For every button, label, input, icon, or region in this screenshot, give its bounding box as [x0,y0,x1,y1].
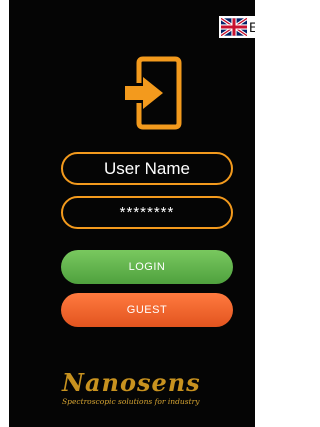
guest-button[interactable]: GUEST [61,293,233,327]
language-selector[interactable]: EN [219,16,255,38]
brand-name: Nanosens [62,368,201,397]
language-code: EN [249,19,255,35]
login-button[interactable]: LOGIN [61,250,233,284]
login-icon [125,56,182,130]
brand-logo: Nanosens Spectroscopic solutions for ind… [62,368,242,407]
uk-flag-icon [221,18,247,36]
password-field[interactable] [61,196,233,229]
username-field[interactable] [61,152,233,185]
login-screen: EN LOGIN GUEST Nanosens Spectroscopic so… [9,0,255,427]
brand-tagline: Spectroscopic solutions for industry [62,397,200,406]
